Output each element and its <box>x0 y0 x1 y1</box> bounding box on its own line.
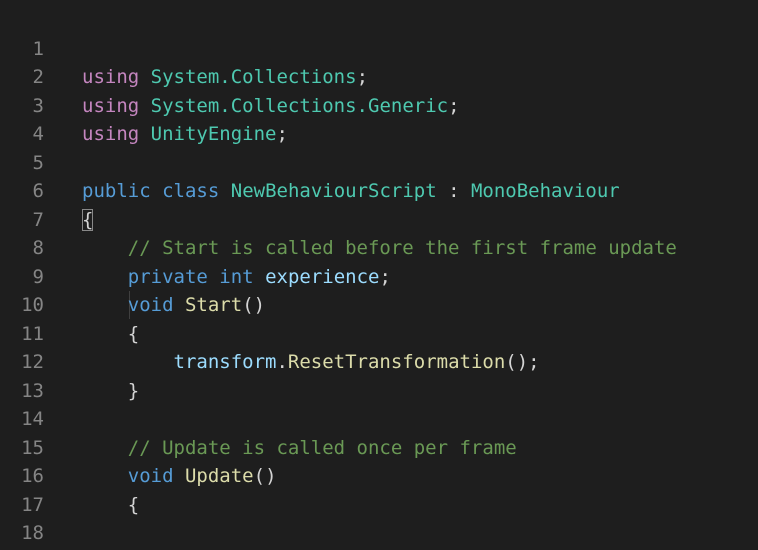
code-line-2[interactable]: 2 using System.Collections.Generic; <box>0 35 758 117</box>
code-line-14[interactable]: 14 // Update is called once per frame <box>0 377 758 459</box>
code-line-9[interactable]: 9 void Start() <box>0 234 758 317</box>
code-line-11[interactable]: 11 transform.ResetTransformation(); <box>0 291 758 374</box>
code-line-10[interactable]: 10 { <box>0 263 758 345</box>
code-line-16[interactable]: 16 { <box>0 434 758 516</box>
code-line-15[interactable]: 15 void Update() <box>0 405 758 488</box>
code-line-6[interactable]: 6 { <box>0 149 758 231</box>
code-line-5[interactable]: 5 public class NewBehaviourScript : Mono… <box>0 120 758 203</box>
code-editor[interactable]: 1 using System.Collections; 2 using Syst… <box>0 0 758 550</box>
code-line-3[interactable]: 3 using UnityEngine; <box>0 63 758 146</box>
code-line-13[interactable]: 13 <box>0 348 758 402</box>
code-line-17[interactable]: 17 <box>0 462 758 516</box>
code-line-8[interactable]: 8 private int experience; <box>0 206 758 288</box>
code-line-18[interactable]: 18 } <box>0 491 758 544</box>
code-line-19[interactable]: 19 <box>0 519 758 548</box>
code-line-12[interactable]: 12 } <box>0 320 758 402</box>
code-line-7[interactable]: 7 // Start is called before the first fr… <box>0 177 758 260</box>
code-line-4[interactable]: 4 <box>0 92 758 145</box>
code-line-1[interactable]: 1 using System.Collections; <box>0 6 758 89</box>
